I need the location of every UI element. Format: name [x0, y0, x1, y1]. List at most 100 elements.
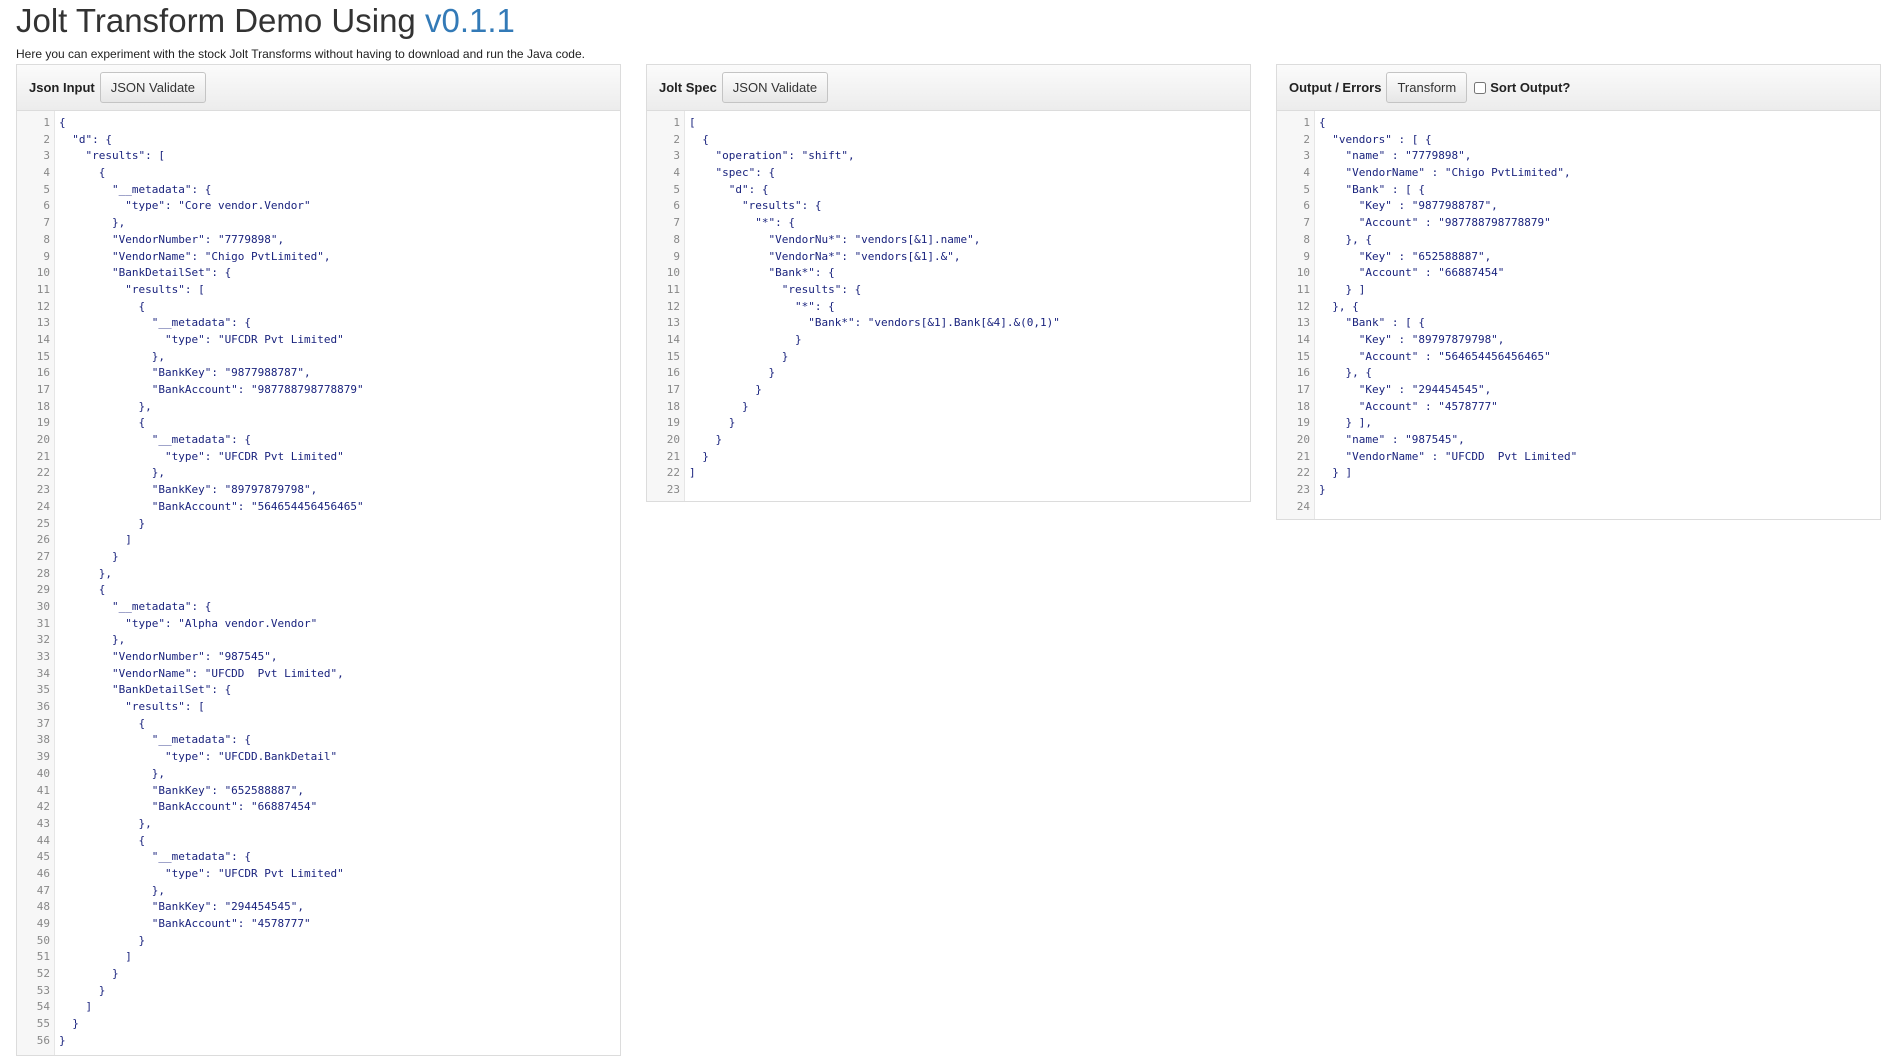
- output-editor[interactable]: 1 2 3 4 5 6 7 8 9 10 11 12 13 14 15 16 17 18 19 20 21 22 23 24 …: [1277, 111, 1880, 519]
- code-line: }: [59, 549, 119, 563]
- code-line: "d": {: [59, 132, 112, 146]
- code-line: "results": [: [59, 149, 165, 163]
- code-line: "VendorName" : "UFCDD Pvt Limited": [1319, 449, 1578, 463]
- code-line: }: [59, 1017, 79, 1031]
- code-area[interactable]: { "d": { "results": [ { "__metadata": { …: [55, 111, 620, 1055]
- code-line: {: [689, 132, 709, 146]
- code-line: }: [59, 1033, 66, 1047]
- output-panel: Output / Errors Transform Sort Output? 1…: [1276, 64, 1881, 520]
- line-number: 56: [36, 1033, 50, 1047]
- line-number: 5: [673, 182, 680, 196]
- json-input-header: Json Input JSON Validate: [17, 65, 620, 111]
- line-number: 33: [36, 650, 50, 663]
- jolt-spec-validate-button[interactable]: JSON Validate: [721, 72, 829, 103]
- line-number: 44: [36, 833, 50, 847]
- page-title-text: Jolt Transform Demo Using: [16, 2, 425, 39]
- line-number: 50: [36, 933, 50, 947]
- code-line: "Key" : "652588887",: [1319, 249, 1492, 263]
- code-line: "type": "UFCDR Pvt Limited": [59, 866, 344, 880]
- line-number: 14: [36, 332, 50, 346]
- page-title: Jolt Transform Demo Using v0.1.1: [16, 2, 515, 40]
- line-number: 23: [36, 483, 50, 497]
- line-number: 38: [36, 733, 50, 747]
- line-number: 37: [36, 716, 50, 730]
- jolt-spec-editor[interactable]: 1 2 3 4 5 6 7 8 9 10 11 12 13 14 15 16 17 18 19 20 21 22 23 [ …: [647, 111, 1250, 501]
- code-line: "Account" : "987788798778879": [1319, 216, 1551, 230]
- line-number: 6: [673, 199, 680, 213]
- code-line: "VendorNumber": "7779898",: [59, 232, 285, 246]
- code-line: }: [689, 366, 776, 380]
- line-number: 18: [1296, 399, 1310, 413]
- code-line: "Account" : "564654456456465": [1319, 349, 1551, 363]
- transform-button[interactable]: Transform: [1386, 72, 1468, 103]
- code-line: "BankAccount": "564654456456465": [59, 499, 364, 513]
- code-line: ]: [689, 466, 696, 480]
- line-number: 10: [36, 266, 50, 280]
- line-number: 1: [1303, 116, 1310, 129]
- line-number: 19: [1296, 416, 1310, 430]
- line-number: 7: [673, 216, 680, 230]
- code-line: "BankDetailSet": {: [59, 266, 232, 280]
- line-number: 16: [1296, 366, 1310, 380]
- line-number: 17: [36, 383, 50, 396]
- code-area[interactable]: [ { "operation": "shift", "spec": { "d":…: [685, 111, 1250, 501]
- line-number: 1: [673, 116, 680, 129]
- line-number: 53: [36, 983, 50, 997]
- line-number: 24: [1296, 499, 1310, 513]
- code-line: "results": [: [59, 282, 205, 296]
- line-number: 20: [36, 433, 50, 447]
- code-line: "BankAccount": "4578777": [59, 917, 311, 930]
- code-line: "Bank*": "vendors[&1].Bank[&4].&(0,1)": [689, 316, 1060, 330]
- sort-output-label[interactable]: Sort Output?: [1490, 80, 1570, 95]
- code-line: "results": {: [689, 199, 822, 213]
- code-line: {: [59, 116, 66, 129]
- code-line: "Bank" : [ {: [1319, 182, 1425, 196]
- code-line: },: [59, 566, 112, 580]
- code-line: {: [59, 833, 146, 847]
- line-number: 19: [666, 416, 680, 430]
- code-line: "Bank" : [ {: [1319, 316, 1425, 330]
- jolt-spec-title: Jolt Spec: [659, 80, 717, 95]
- line-number: 41: [36, 783, 50, 797]
- line-number: 9: [1303, 249, 1310, 263]
- sort-output-checkbox[interactable]: [1474, 81, 1487, 94]
- line-number: 31: [36, 616, 50, 630]
- code-line: }: [59, 516, 146, 530]
- line-number: 51: [36, 950, 50, 964]
- code-line: }: [689, 332, 802, 346]
- code-line: }, {: [1319, 299, 1359, 313]
- code-line: "type": "UFCDR Pvt Limited": [59, 332, 344, 346]
- jolt-spec-panel: Jolt Spec JSON Validate 1 2 3 4 5 6 7 8 9 10 11 12 1…: [646, 64, 1251, 502]
- line-number: 12: [1296, 299, 1310, 313]
- line-number: 32: [36, 633, 50, 647]
- line-number: 22: [36, 466, 50, 480]
- code-line: {: [1319, 116, 1326, 129]
- line-number: 29: [36, 583, 50, 597]
- code-line: },: [59, 216, 126, 230]
- line-number: 21: [666, 449, 680, 463]
- line-number: 12: [36, 299, 50, 313]
- line-number: 2: [673, 132, 680, 146]
- line-number: 27: [36, 549, 50, 563]
- code-line: }: [1319, 483, 1326, 497]
- code-line: },: [59, 466, 165, 480]
- code-line: },: [59, 766, 165, 780]
- code-line: "BankDetailSet": {: [59, 683, 232, 697]
- line-number: 2: [43, 132, 50, 146]
- line-number: 7: [1303, 216, 1310, 230]
- line-number: 40: [36, 766, 50, 780]
- code-line: } ]: [1319, 466, 1353, 480]
- code-area[interactable]: { "vendors" : [ { "name" : "7779898", "V…: [1315, 111, 1880, 519]
- json-input-editor[interactable]: 1 2 3 4 5 6 7 8 9 10 11 12 13 14 15 16 17 18 19 20 21 22 23 24 2…: [17, 111, 620, 1055]
- json-input-validate-button[interactable]: JSON Validate: [99, 72, 207, 103]
- code-line: }: [689, 416, 736, 430]
- code-line: {: [59, 716, 146, 730]
- line-number: 5: [1303, 182, 1310, 196]
- code-line: "VendorNumber": "987545",: [59, 650, 278, 663]
- code-line: "VendorNa*": "vendors[&1].&",: [689, 249, 961, 263]
- code-line: "type": "UFCDD.BankDetail": [59, 750, 338, 764]
- line-number: 15: [1296, 349, 1310, 363]
- line-number-gutter: 1 2 3 4 5 6 7 8 9 10 11 12 13 14 15 16 17 18 19 20 21 22 23 24: [1277, 111, 1315, 519]
- line-number: 22: [666, 466, 680, 480]
